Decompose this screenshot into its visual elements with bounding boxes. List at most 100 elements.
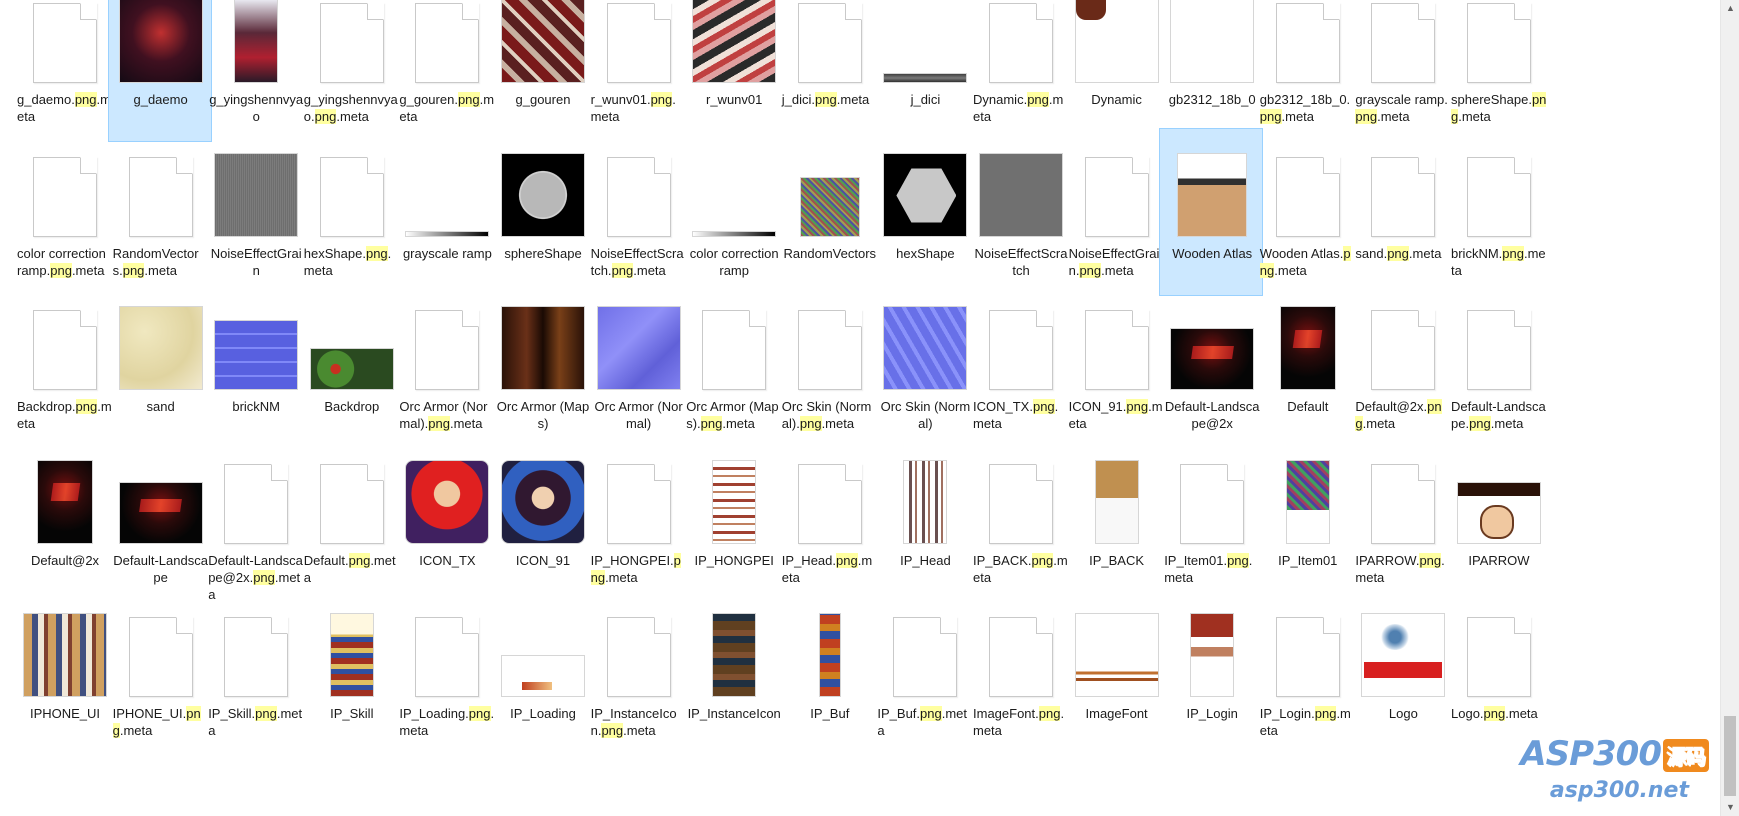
file-name: Default@2x.png.meta: [1355, 399, 1442, 431]
file-item[interactable]: IP_BACK: [1064, 435, 1168, 603]
file-item[interactable]: IP_InstanceIcon: [681, 588, 785, 756]
file-item[interactable]: NoiseEffectGrain.png.meta: [1064, 128, 1168, 296]
file-item[interactable]: Default-Landscape@2x: [1159, 281, 1263, 449]
file-item[interactable]: g_gouren.png.meta: [394, 0, 498, 142]
file-icon: [682, 436, 786, 550]
file-item[interactable]: IP_Loading: [490, 588, 594, 756]
file-item[interactable]: grayscale ramp: [394, 128, 498, 296]
file-item[interactable]: sand: [108, 281, 212, 449]
file-item[interactable]: sand.png.meta: [1350, 128, 1454, 296]
file-item[interactable]: IPARROW: [1446, 435, 1550, 603]
file-item[interactable]: IPARROW.png.meta: [1350, 435, 1454, 603]
image-thumbnail: [501, 459, 585, 544]
blank-file-icon: [606, 3, 671, 83]
file-item[interactable]: Default@2x: [12, 435, 116, 603]
file-item[interactable]: IP_Login.png.meta: [1255, 588, 1359, 756]
file-item[interactable]: brickNM: [203, 281, 307, 449]
file-item[interactable]: gb2312_18b_0.png.meta: [1255, 0, 1359, 142]
image-thumbnail: [818, 613, 841, 697]
file-item[interactable]: color correction ramp.png.meta: [12, 128, 116, 296]
file-item[interactable]: IP_Loading.png.meta: [394, 588, 498, 756]
file-item[interactable]: Backdrop: [299, 281, 403, 449]
file-item[interactable]: Default@2x.png.meta: [1350, 281, 1454, 449]
file-item[interactable]: color correction ramp: [681, 128, 785, 296]
file-item[interactable]: g_daemo: [107, 0, 212, 142]
image-thumbnail: [501, 0, 585, 83]
file-item[interactable]: IP_Skill.png.meta: [203, 588, 307, 756]
file-item[interactable]: Orc Skin (Normal): [872, 281, 976, 449]
file-item[interactable]: IP_BACK.png.meta: [968, 435, 1072, 603]
file-item[interactable]: RandomVectors: [777, 128, 881, 296]
file-item[interactable]: g_yingshennvyao.png.meta: [299, 0, 403, 142]
file-item[interactable]: IP_HONGPEI: [681, 435, 785, 603]
file-name: Logo.png.meta: [1451, 706, 1538, 721]
file-item[interactable]: ICON_TX: [394, 435, 498, 603]
file-item[interactable]: IPHONE_UI.png.meta: [108, 588, 212, 756]
file-item[interactable]: sphereShape.png.meta: [1446, 0, 1550, 142]
file-icon: [204, 589, 308, 703]
file-item[interactable]: NoiseEffectScratch: [968, 128, 1072, 296]
file-item[interactable]: Default: [1255, 281, 1359, 449]
file-item[interactable]: r_wunv01: [681, 0, 785, 142]
file-item[interactable]: IP_InstanceIcon.png.meta: [586, 588, 690, 756]
file-item[interactable]: IP_Head.png.meta: [777, 435, 881, 603]
file-item[interactable]: RandomVectors.png.meta: [108, 128, 212, 296]
file-item[interactable]: hexShape: [872, 128, 976, 296]
file-item[interactable]: grayscale ramp.png.meta: [1350, 0, 1454, 142]
file-item[interactable]: j_dici: [872, 0, 976, 142]
file-item[interactable]: ICON_91: [490, 435, 594, 603]
file-item[interactable]: Logo.png.meta: [1446, 588, 1550, 756]
file-name: Wooden Atlas: [1172, 245, 1253, 261]
scroll-up-arrow-icon[interactable]: ▲: [1721, 0, 1739, 17]
vertical-scrollbar[interactable]: ▲ ▼: [1720, 0, 1739, 816]
file-item[interactable]: r_wunv01.png.meta: [586, 0, 690, 142]
file-item[interactable]: ICON_TX.png.meta: [968, 281, 1072, 449]
file-item[interactable]: Default-Landscape.png.meta: [1446, 281, 1550, 449]
file-item[interactable]: Logo: [1350, 588, 1454, 756]
file-item[interactable]: Orc Armor (Normal): [586, 281, 690, 449]
file-item[interactable]: Dynamic.png.meta: [968, 0, 1072, 142]
file-name: ICON_TX: [419, 552, 476, 568]
file-item[interactable]: NoiseEffectGrain: [203, 128, 307, 296]
file-icon: [204, 0, 308, 89]
file-item[interactable]: g_yingshennvyao: [203, 0, 307, 142]
file-item[interactable]: Default-Landscape@2x.png.meta: [203, 435, 307, 603]
file-icon: [1160, 589, 1264, 703]
blank-file-icon: [797, 310, 862, 390]
file-item[interactable]: IP_HONGPEI.png.meta: [586, 435, 690, 603]
file-item[interactable]: NoiseEffectScratch.png.meta: [586, 128, 690, 296]
scrollbar-thumb[interactable]: [1724, 716, 1736, 796]
file-item[interactable]: j_dici.png.meta: [777, 0, 881, 142]
file-item[interactable]: IP_Item01.png.meta: [1159, 435, 1263, 603]
file-item[interactable]: Orc Armor (Maps).png.meta: [681, 281, 785, 449]
file-item[interactable]: Dynamic: [1064, 0, 1168, 142]
file-icon: [1065, 436, 1169, 550]
scroll-down-arrow-icon[interactable]: ▼: [1721, 799, 1739, 816]
blank-file-icon: [1371, 463, 1436, 544]
file-item[interactable]: IP_Skill: [299, 588, 403, 756]
file-item[interactable]: Orc Armor (Maps): [490, 281, 594, 449]
file-item[interactable]: Orc Armor (Normal).png.meta: [394, 281, 498, 449]
file-item[interactable]: Backdrop.png.meta: [12, 281, 116, 449]
file-item[interactable]: brickNM.png.meta: [1446, 128, 1550, 296]
file-item[interactable]: Orc Skin (Normal).png.meta: [777, 281, 881, 449]
file-item[interactable]: Wooden Atlas: [1159, 127, 1264, 296]
file-item[interactable]: Wooden Atlas.png.meta: [1255, 128, 1359, 296]
file-item[interactable]: IP_Login: [1159, 588, 1263, 756]
file-item[interactable]: gb2312_18b_0: [1159, 0, 1263, 142]
file-icon: [1351, 282, 1455, 396]
file-item[interactable]: g_daemo.png.meta: [12, 0, 116, 142]
file-item[interactable]: g_gouren: [490, 0, 594, 142]
file-item[interactable]: ImageFont: [1064, 588, 1168, 756]
file-item[interactable]: ImageFont.png.meta: [968, 588, 1072, 756]
file-item[interactable]: IP_Buf.png.meta: [872, 588, 976, 756]
file-item[interactable]: Default-Landscape: [108, 435, 212, 603]
file-item[interactable]: IPHONE_UI: [12, 588, 116, 756]
file-item[interactable]: Default.png.meta: [299, 435, 403, 603]
file-item[interactable]: sphereShape: [490, 128, 594, 296]
file-item[interactable]: IP_Head: [872, 435, 976, 603]
file-item[interactable]: IP_Item01: [1255, 435, 1359, 603]
file-item[interactable]: IP_Buf: [777, 588, 881, 756]
file-item[interactable]: hexShape.png.meta: [299, 128, 403, 296]
file-item[interactable]: ICON_91.png.meta: [1064, 281, 1168, 449]
